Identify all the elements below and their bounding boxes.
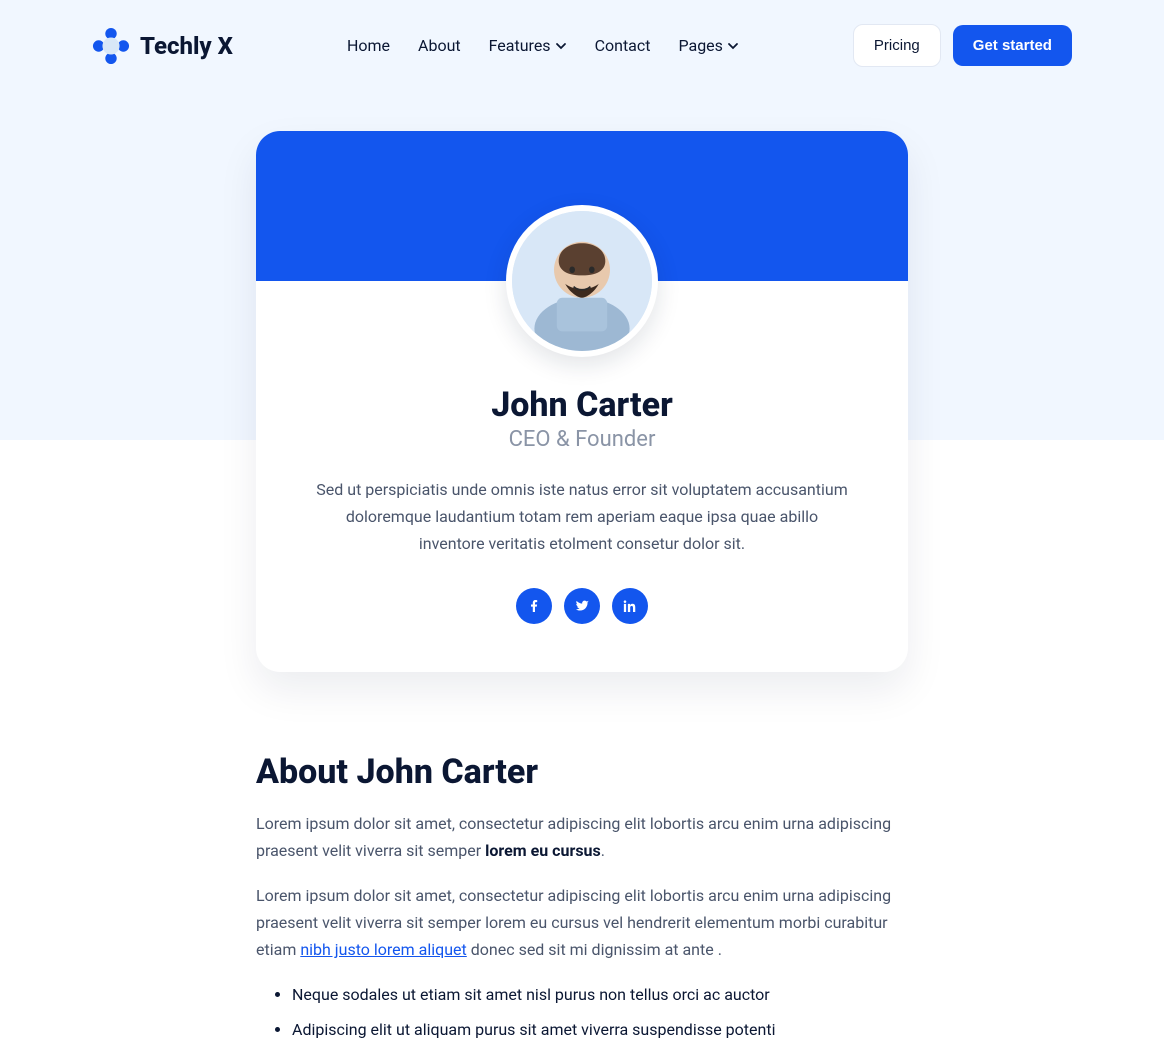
chevron-down-icon: [555, 40, 567, 52]
twitter-icon: [574, 598, 590, 614]
about-bullet: Neque sodales ut etiam sit amet nisl pur…: [292, 982, 908, 1008]
pricing-button[interactable]: Pricing: [853, 24, 941, 67]
person-bio: Sed ut perspiciatis unde omnis iste natu…: [312, 476, 852, 558]
facebook-icon: [526, 598, 542, 614]
nav-link-about[interactable]: About: [418, 36, 461, 55]
about-section: About John Carter Lorem ipsum dolor sit …: [256, 752, 908, 1043]
twitter-link[interactable]: [564, 588, 600, 624]
profile-card: John Carter CEO & Founder Sed ut perspic…: [256, 131, 908, 672]
chevron-down-icon: [727, 40, 739, 52]
about-heading: About John Carter: [256, 752, 908, 792]
nav-link-home[interactable]: Home: [347, 36, 390, 55]
brand-logo-icon: [92, 27, 130, 65]
about-paragraph-2: Lorem ipsum dolor sit amet, consectetur …: [256, 882, 908, 964]
nav-link-contact[interactable]: Contact: [595, 36, 651, 55]
about-inline-link[interactable]: nibh justo lorem aliquet: [300, 940, 466, 959]
nav-link-features[interactable]: Features: [489, 36, 567, 55]
social-links: [312, 588, 852, 624]
get-started-button[interactable]: Get started: [953, 25, 1072, 66]
person-name: John Carter: [312, 385, 852, 425]
about-bullets: Neque sodales ut etiam sit amet nisl pur…: [256, 982, 908, 1043]
nav-links: Home About Features Contact Pages: [347, 36, 739, 55]
person-role: CEO & Founder: [312, 427, 852, 452]
brand-name: Techly X: [140, 32, 233, 60]
about-paragraph-1: Lorem ipsum dolor sit amet, consectetur …: [256, 810, 908, 864]
linkedin-link[interactable]: [612, 588, 648, 624]
nav-actions: Pricing Get started: [853, 24, 1072, 67]
nav-link-pages[interactable]: Pages: [678, 36, 738, 55]
about-bullet: Adipiscing elit ut aliquam purus sit ame…: [292, 1017, 908, 1043]
avatar: [506, 205, 658, 357]
linkedin-icon: [622, 598, 638, 614]
facebook-link[interactable]: [516, 588, 552, 624]
brand[interactable]: Techly X: [92, 27, 233, 65]
navbar: Techly X Home About Features Contact Pag…: [92, 0, 1072, 91]
